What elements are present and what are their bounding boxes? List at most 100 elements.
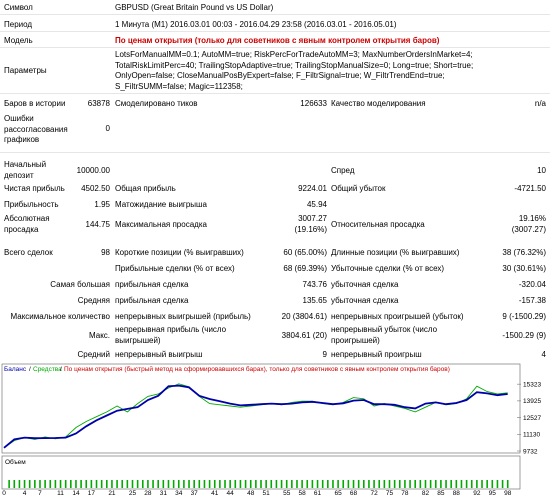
max-profit-label-line: непрерывная прибыль (число [115,325,227,334]
y-tick-label: 11130 [523,432,540,439]
expected-payoff-value: 45.94 [306,200,327,209]
errors-value: 0 [105,124,110,133]
period-label: Период [4,20,33,29]
ticks-label: Смоделировано тиков [115,99,198,108]
largest-profit-value: 743.76 [302,280,327,289]
max-count-label: Максимальное количество [10,312,110,321]
x-tick-label: 21 [108,490,116,496]
deposit-value: 10000.00 [76,166,110,175]
largest-label: Самая большая [50,280,110,289]
ticks-value: 126633 [300,99,327,108]
period-value: 1 Минута (M1) 2016.03.01 00:03 - 2016.04… [115,20,397,29]
average-label: Средняя [77,296,110,305]
loss-trades-value: 30 (30.61%) [502,264,546,273]
bars-value: 63878 [87,99,110,108]
max-loss-label-line: проигрышей) [331,335,380,345]
x-tick-label: 37 [191,490,199,496]
y-tick-label: 12527 [523,415,541,422]
average-profit-label: прибыльная сделка [115,296,189,305]
x-tick-label: 55 [283,490,291,496]
spread-value: 10 [537,166,546,175]
rel-drawdown-value-line: (3007.27) [511,224,546,234]
params-line: TotalRiskLimitPerc=40; TrailingStopAdapt… [115,60,474,70]
avg-losses-value: 4 [541,350,546,359]
rel-drawdown-value: 19.16% (3007.27) [512,214,546,235]
deposit-label: Начальный депозит [4,160,46,181]
x-tick-label: 61 [314,490,322,496]
largest-profit-label: прибыльная сделка [115,280,189,289]
legend-balance: Баланс [4,366,27,373]
x-tick-label: 25 [129,490,137,496]
long-positions-value: 38 (76.32%) [502,248,546,257]
x-tick-label: 7 [38,490,42,496]
average-loss-value: -157.38 [518,296,546,305]
volume-label: Объем [5,458,26,466]
params-value: LotsForManualMM=0.1; AutoMM=true; RiskPe… [115,50,473,92]
short-positions-value: 60 (65.00%) [283,248,327,257]
max-losses-label: непрерывных проигрышей (убыток) [331,312,464,321]
avg-wins-value: 9 [322,350,327,359]
profit-trades-label: Прибыльные сделки (% от всех) [115,264,235,273]
avg-losses-label: непрерывный проигрыш [331,350,422,359]
profit-factor-value: 1.95 [94,200,110,209]
long-positions-label: Длинные позиции (% выигравших) [331,248,460,257]
rel-drawdown-value-line: 19.16% [518,214,546,223]
errors-label-line: Ошибки [4,114,34,123]
gross-loss-label: Общий убыток [331,184,386,193]
abs-drawdown-label-line: Абсолютная [4,214,50,223]
avg-consecutive-label: Средний [77,350,110,359]
max-losses-value: 9 (-1500.29) [502,312,546,321]
max-wins-value: 20 (3804.61) [281,312,327,321]
errors-label: Ошибки рассогласования графиков [4,114,68,146]
abs-drawdown-label-line: просадка [4,224,39,234]
balance-chart: Баланс / Средства / По ценам открытия (б… [0,363,550,496]
x-tick-label: 95 [489,490,497,496]
x-tick-label: 68 [350,490,358,496]
max-drawdown-label: Максимальная просадка [115,220,207,229]
gross-profit-label: Общая прибыль [115,184,176,193]
x-tick-label: 65 [334,490,342,496]
max-drawdown-value-line: 3007.27 [298,214,327,223]
params-line: S_FiltrSUMM=false; Magic=112358; [115,81,243,91]
max-loss-value: -1500.29 (9) [502,331,546,340]
x-tick-label: 51 [263,490,271,496]
params-label: Параметры [4,66,47,75]
x-tick-label: 31 [160,490,168,496]
x-tick-label: 72 [370,490,378,496]
gross-loss-value: -4721.50 [514,184,546,193]
profit-factor-label: Прибыльность [4,200,59,209]
loss-trades-label: Убыточные сделки (% от всех) [331,264,445,273]
x-tick-label: 98 [504,490,512,496]
largest-loss-label: убыточная сделка [331,280,399,289]
model-value: По ценам открытия (только для советников… [115,36,440,45]
x-tick-label: 17 [88,490,96,496]
x-tick-label: 11 [57,490,64,496]
expected-payoff-label: Матожидание выигрыша [115,200,207,209]
legend-model-note: По ценам открытия (быстрый метод на сфор… [64,365,450,373]
avg-wins-label: непрерывный выигрыш [115,350,203,359]
net-profit-value: 4502.50 [81,184,110,193]
total-trades-label: Всего сделок [4,248,53,257]
gross-profit-value: 9224.01 [298,184,327,193]
abs-drawdown-label: Абсолютная просадка [4,214,50,235]
legend-sep: / [29,366,31,373]
legend-equity: Средства [33,366,62,373]
deposit-label-line: Начальный [4,160,47,169]
x-tick-label: 75 [386,490,394,496]
average-loss-label: убыточная сделка [331,296,399,305]
rel-drawdown-label: Относительная просадка [331,220,425,229]
params-line: OnlyOpen=false; CloseManualPosByExpert=f… [115,71,445,80]
x-tick-label: 48 [247,490,255,496]
max-profit-label-line: выигрышей) [115,335,161,345]
bars-label: Баров в истории [4,99,66,108]
plot-area [1,363,521,454]
deposit-label-line: депозит [4,170,34,180]
max-value-label: Макс. [88,331,110,340]
max-drawdown-value: 3007.27 (19.16%) [295,214,327,235]
total-trades-value: 98 [101,248,110,257]
x-tick-label: 14 [72,490,80,496]
x-tick-label: 4 [23,490,27,496]
x-tick-label: 41 [211,490,219,496]
errors-label-line: рассогласования [4,124,68,134]
x-tick-label: 44 [227,490,235,496]
